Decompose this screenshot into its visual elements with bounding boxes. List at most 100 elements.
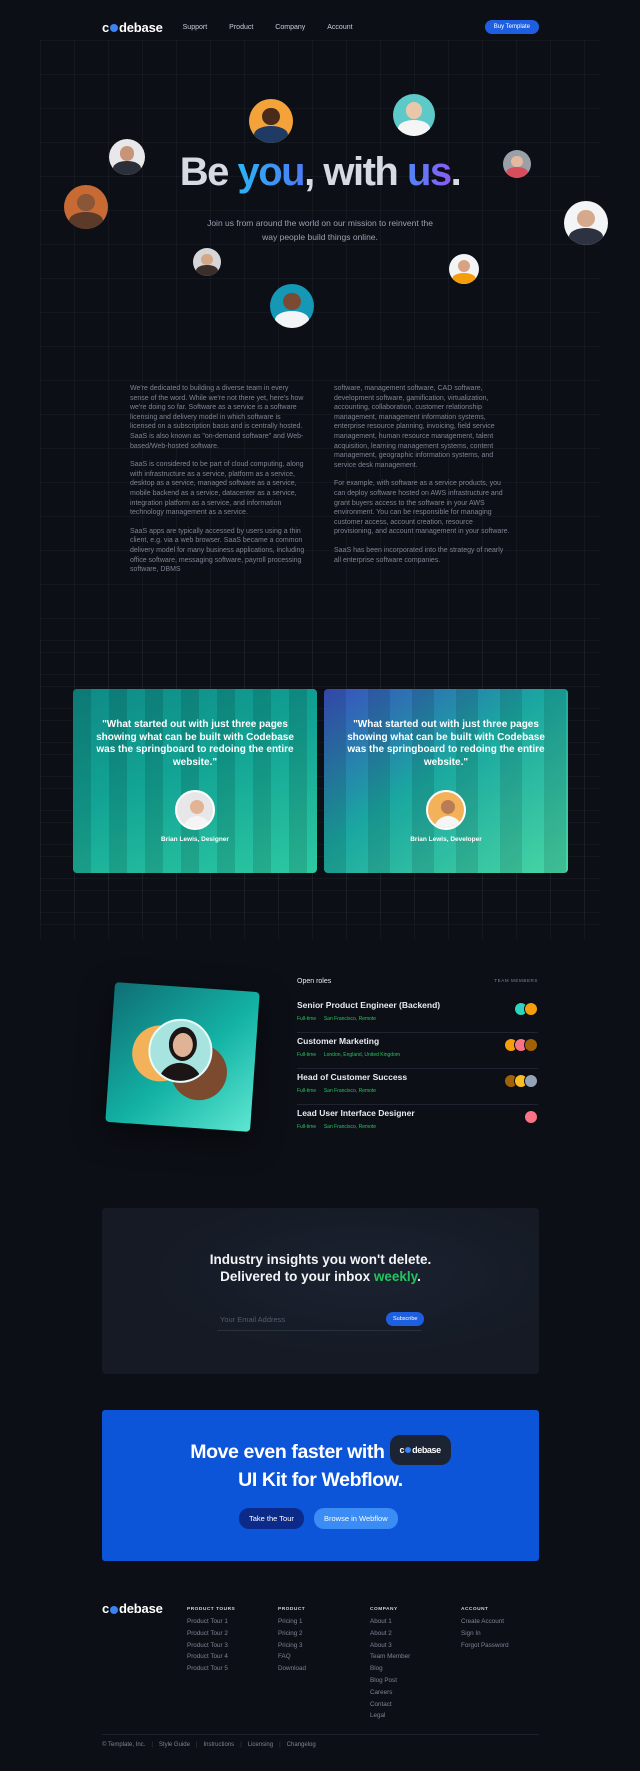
meta-separator: ·	[319, 1052, 321, 1058]
role-title: Lead User Interface Designer	[297, 1108, 415, 1118]
footer-link[interactable]: About 2	[370, 1630, 410, 1637]
footer-logo[interactable]: c debase	[102, 1601, 163, 1616]
footer-link[interactable]: About 1	[370, 1618, 410, 1625]
footer-link[interactable]: Forgot Password	[461, 1642, 509, 1649]
meta-separator: ·	[319, 1016, 321, 1022]
footer-link[interactable]: Pricing 2	[278, 1630, 306, 1637]
team-member-avatars	[504, 1038, 538, 1052]
footer-link[interactable]: Blog Post	[370, 1677, 410, 1684]
team-photo-card	[105, 982, 260, 1132]
team-member-avatar	[524, 1038, 538, 1052]
team-member-avatar	[524, 1074, 538, 1088]
footer-bottom-link[interactable]: Changelog	[287, 1742, 316, 1748]
footer-link[interactable]: Download	[278, 1665, 306, 1672]
codebase-pill: c debase	[389, 1435, 451, 1465]
testimonial-card: "What started out with just three pages …	[73, 689, 317, 873]
footer-link[interactable]: Blog	[370, 1665, 410, 1672]
nav-links: Support Product Company Account	[183, 24, 353, 31]
footer-link[interactable]: Legal	[370, 1712, 410, 1719]
testimonial-card: "What started out with just three pages …	[324, 689, 568, 873]
nav-link-product[interactable]: Product	[229, 24, 253, 31]
newsletter-line2-end: .	[417, 1269, 421, 1284]
role-meta: Full-time · San Francisco, Remote	[297, 1088, 376, 1094]
role-title: Customer Marketing	[297, 1036, 380, 1046]
footer-bottom-link[interactable]: Licensing	[248, 1742, 273, 1748]
footer-bottom-link[interactable]: Instructions	[204, 1742, 235, 1748]
logo-letter-c: c	[102, 1601, 110, 1616]
take-the-tour-button[interactable]: Take the Tour	[239, 1508, 304, 1529]
meta-separator: ·	[319, 1088, 321, 1094]
nav-link-support[interactable]: Support	[183, 24, 208, 31]
role-row[interactable]: Senior Product Engineer (Backend) Full-t…	[297, 1000, 538, 1033]
cta-banner: Move even faster with c debase UI Kit for…	[102, 1410, 539, 1561]
pill-text-rest: debase	[412, 1445, 441, 1455]
avatar	[270, 284, 314, 328]
footer-column-account: ACCOUNT Create Account Sign In Forgot Passw…	[461, 1607, 509, 1653]
browse-in-webflow-button[interactable]: Browse in Webflow	[314, 1508, 398, 1529]
footer-link[interactable]: Contact	[370, 1701, 410, 1708]
footer-link[interactable]: Product Tour 2	[187, 1630, 235, 1637]
footer-link[interactable]: Careers	[370, 1689, 410, 1696]
role-type: Full-time	[297, 1088, 317, 1094]
hero-subtitle: Join us from around the world on our mis…	[207, 218, 433, 242]
testimonial-avatar	[175, 790, 215, 830]
footer-separator: |	[279, 1742, 281, 1748]
footer-column-heading: ACCOUNT	[461, 1607, 489, 1612]
footer-link[interactable]: Product Tour 5	[187, 1665, 235, 1672]
role-meta: Full-time · San Francisco, Remote	[297, 1016, 376, 1022]
footer-link[interactable]: Pricing 1	[278, 1618, 306, 1625]
role-title: Head of Customer Success	[297, 1072, 408, 1082]
avatar	[449, 254, 479, 284]
about-left-column: We're dedicated to building a diverse te…	[130, 384, 308, 584]
role-meta: Full-time · San Francisco, Remote	[297, 1124, 376, 1130]
cta-heading: Move even faster with c debase UI Kit for…	[102, 1435, 539, 1492]
footer-divider	[102, 1734, 539, 1735]
role-location: San Francisco, Remote	[323, 1016, 377, 1022]
footer-link[interactable]: Create Account	[461, 1618, 509, 1625]
newsletter-heading: Industry insights you won't delete. Deli…	[102, 1251, 539, 1285]
testimonial-author: Brian Lewis, Developer	[410, 836, 482, 843]
testimonial-quote: "What started out with just three pages …	[96, 719, 294, 768]
about-right-column: software, management software, CAD softw…	[334, 384, 512, 574]
footer-link[interactable]: Product Tour 4	[187, 1653, 235, 1660]
footer-column-heading: PRODUCT	[278, 1607, 306, 1612]
nav-link-account[interactable]: Account	[327, 24, 352, 31]
newsletter-highlight: weekly	[373, 1269, 418, 1284]
role-title: Senior Product Engineer (Backend)	[297, 1000, 441, 1010]
footer-link[interactable]: Team Member	[370, 1653, 410, 1660]
roles-heading: Open roles	[297, 978, 332, 985]
avatar	[393, 94, 435, 136]
footer-link[interactable]: FAQ	[278, 1653, 306, 1660]
footer-column-heading: COMPANY	[370, 1607, 398, 1612]
buy-template-button[interactable]: Buy Template	[484, 20, 539, 34]
avatar	[193, 248, 221, 276]
footer-separator: |	[240, 1742, 242, 1748]
footer-bottom-link[interactable]: Style Guide	[159, 1742, 190, 1748]
logo[interactable]: c debase	[102, 20, 163, 35]
role-row[interactable]: Lead User Interface Designer Full-time · S…	[297, 1108, 538, 1141]
logo-text-rest: debase	[119, 1601, 163, 1616]
hero-title-you: you	[237, 150, 305, 194]
avatar	[564, 201, 608, 245]
subscribe-button[interactable]: Subscribe	[386, 1312, 425, 1326]
role-type: Full-time	[297, 1124, 317, 1130]
nav-link-company[interactable]: Company	[275, 24, 305, 31]
footer-link[interactable]: Product Tour 1	[187, 1618, 235, 1625]
team-member-avatars	[504, 1074, 538, 1088]
role-row[interactable]: Head of Customer Success Full-time · San F…	[297, 1072, 538, 1105]
role-type: Full-time	[297, 1016, 317, 1022]
footer-separator: |	[195, 1742, 198, 1748]
team-member-avatars	[514, 1002, 538, 1016]
footer-link[interactable]: Product Tour 3	[187, 1642, 235, 1649]
footer-column-product: PRODUCT Pricing 1 Pricing 2 Pricing 3 FAQ Dow…	[278, 1607, 306, 1677]
logo-dot-icon	[110, 24, 119, 32]
role-location: San Francisco, Remote	[323, 1088, 377, 1094]
office-photo-backdrop	[324, 689, 568, 873]
footer-link[interactable]: Pricing 3	[278, 1642, 306, 1649]
footer-link[interactable]: About 3	[370, 1642, 410, 1649]
role-row[interactable]: Customer Marketing Full-time · London, Eng…	[297, 1036, 538, 1069]
footer-link[interactable]: Sign In	[461, 1630, 509, 1637]
testimonial-author: Brian Lewis, Designer	[161, 836, 229, 843]
role-meta: Full-time · London, England, United Kingdo…	[297, 1052, 400, 1058]
footer-column-company: COMPANY About 1 About 2 About 3 Team Member B…	[370, 1607, 410, 1724]
